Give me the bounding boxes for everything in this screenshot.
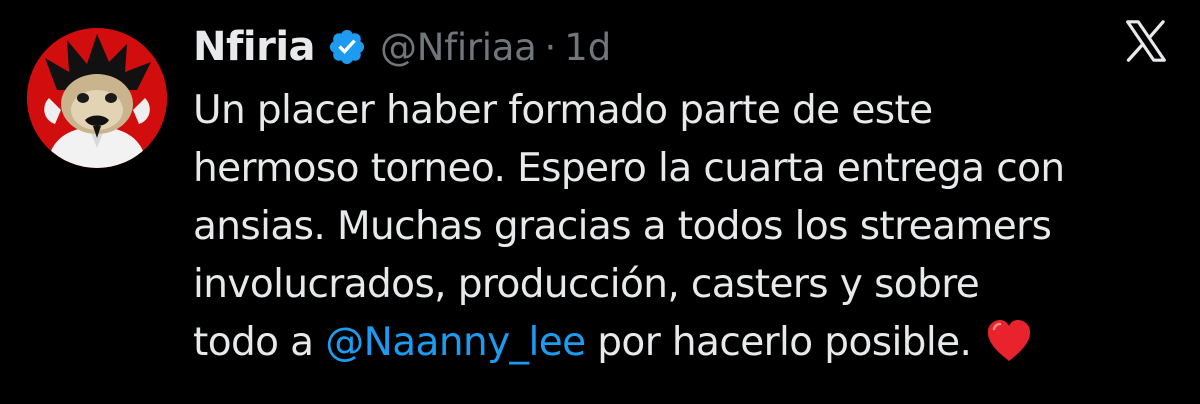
avatar[interactable]	[27, 28, 167, 168]
tweet-text-segment: por hacerlo posible.	[585, 320, 972, 365]
avatar-image	[27, 28, 167, 168]
tweet-text-line: Un placer haber formado parte de este	[193, 88, 933, 133]
tweet-header: Nfiria @Nfiriaa · 1d	[193, 19, 611, 75]
mention-link[interactable]: @Naanny_lee	[325, 320, 586, 365]
tweet-text-line: todo a @Naanny_lee por hacerlo posible.	[193, 314, 1183, 372]
red-heart-icon	[985, 319, 1033, 363]
header-separator: ·	[544, 25, 557, 69]
x-logo-icon[interactable]	[1121, 14, 1171, 68]
verified-badge-icon	[327, 27, 367, 67]
author-handle[interactable]: @Nfiriaa	[380, 26, 537, 69]
display-name[interactable]: Nfiria	[193, 24, 316, 70]
tweet-timestamp[interactable]: 1d	[564, 26, 611, 69]
tweet-text: Un placer haber formado parte de este he…	[193, 82, 1183, 372]
tweet-text-line: hermoso torneo. Espero la cuarta entrega…	[193, 146, 1065, 191]
tweet-text-segment: todo a	[193, 320, 326, 365]
tweet-text-line: involucrados, producción, casters y sobr…	[193, 262, 980, 307]
tweet-text-line: ansias. Muchas gracias a todos los strea…	[193, 204, 1052, 249]
